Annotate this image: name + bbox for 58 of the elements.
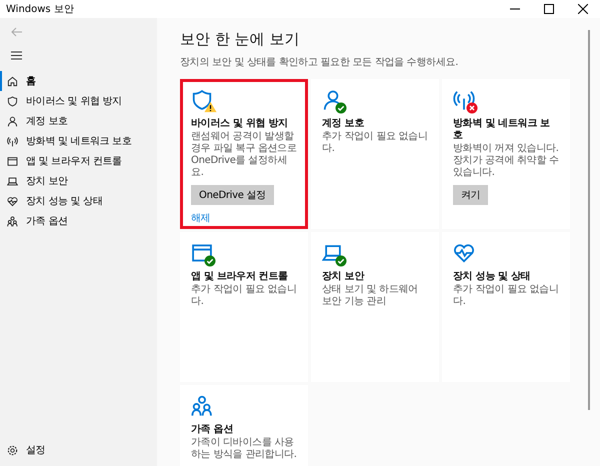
card-action-button[interactable]: 켜기 xyxy=(453,185,488,205)
card-description: 상태 보기 및 하드웨어 보안 기능 관리 xyxy=(322,284,419,308)
page-title: 보안 한 눈에 보기 xyxy=(180,30,300,49)
shield-icon xyxy=(7,96,18,106)
maximize-icon xyxy=(544,4,554,14)
card-title: 장치 성능 및 상태 xyxy=(453,271,532,283)
sidebar-item[interactable]: 바이러스 및 위협 방지 xyxy=(0,91,157,111)
heart-icon xyxy=(453,242,475,264)
sidebar-item-label: 방화벽 및 네트워크 보호 xyxy=(26,135,132,148)
shield-icon xyxy=(191,89,213,111)
card-description: 추가 작업이 필요 없습니다. xyxy=(191,284,297,308)
family-icon xyxy=(7,216,18,226)
laptop-icon xyxy=(322,242,344,264)
card-description: 랜섬웨어 공격이 발생할 경우 파일 복구 옵션으로 OneDrive를 설정하세요. xyxy=(191,131,297,179)
close-icon xyxy=(578,4,588,14)
heart-icon xyxy=(7,196,18,206)
browser-window-icon xyxy=(7,156,18,166)
browser-window-icon xyxy=(191,242,213,264)
sidebar-item[interactable]: 장치 성능 및 상태 xyxy=(0,191,157,211)
sidebar-item-label: 장치 보안 xyxy=(26,175,68,188)
sidebar-item-label: 앱 및 브라우저 컨트롤 xyxy=(26,155,122,168)
antenna-icon xyxy=(453,89,475,111)
card-title: 계정 보호 xyxy=(322,118,365,130)
card-link[interactable]: 해제 xyxy=(191,211,210,225)
sidebar-item-label: 바이러스 및 위협 방지 xyxy=(26,95,122,108)
laptop-icon xyxy=(7,176,18,186)
page-subtitle: 장치의 보안 및 상태를 확인하고 필요한 모든 작업을 수행하세요. xyxy=(180,56,460,69)
sidebar-item-label: 가족 옵션 xyxy=(26,215,68,228)
card-title: 방화벽 및 네트워크 보호 xyxy=(453,118,551,142)
sidebar-item[interactable]: 가족 옵션 xyxy=(0,211,157,231)
settings-label: 설정 xyxy=(26,444,46,457)
person-icon xyxy=(7,116,18,126)
sidebar-item[interactable]: 앱 및 브라우저 컨트롤 xyxy=(0,151,157,171)
antenna-icon xyxy=(7,136,18,146)
home-icon xyxy=(7,76,18,86)
card-description: 추가 작업이 필요 없습니다. xyxy=(322,131,428,155)
card-title: 앱 및 브라우저 컨트롤 xyxy=(191,271,289,283)
card-title: 가족 옵션 xyxy=(191,424,234,436)
minimize-icon xyxy=(510,8,520,10)
sidebar-item[interactable]: 계정 보호 xyxy=(0,111,157,131)
sidebar-item[interactable]: 방화벽 및 네트워크 보호 xyxy=(0,131,157,151)
sidebar-item-label: 장치 성능 및 상태 xyxy=(26,195,103,208)
sidebar-item[interactable]: 장치 보안 xyxy=(0,171,157,191)
card-title: 바이러스 및 위협 방지 xyxy=(191,118,289,130)
card-description: 방화벽이 꺼져 있습니다. 장치가 공격에 취약할 수 있습니다. xyxy=(453,143,559,179)
back-arrow-icon xyxy=(10,27,22,37)
window-title: Windows 보안 xyxy=(6,3,75,16)
family-icon xyxy=(191,395,213,417)
card-description: 가족이 디바이스를 사용하는 방식을 관리합니다. xyxy=(191,437,297,461)
sidebar-item-label: 홈 xyxy=(26,75,36,88)
scrollbar-thumb[interactable] xyxy=(588,30,590,410)
settings-item[interactable]: 설정 xyxy=(0,440,157,460)
card-title: 장치 보안 xyxy=(322,271,366,283)
sidebar-item-label: 계정 보호 xyxy=(26,115,68,128)
menu-icon xyxy=(10,50,22,60)
settings-icon xyxy=(7,444,18,456)
card-description: 추가 작업이 필요 없습니다. xyxy=(453,284,559,308)
card-action-button[interactable]: OneDrive 설정 xyxy=(191,185,274,205)
